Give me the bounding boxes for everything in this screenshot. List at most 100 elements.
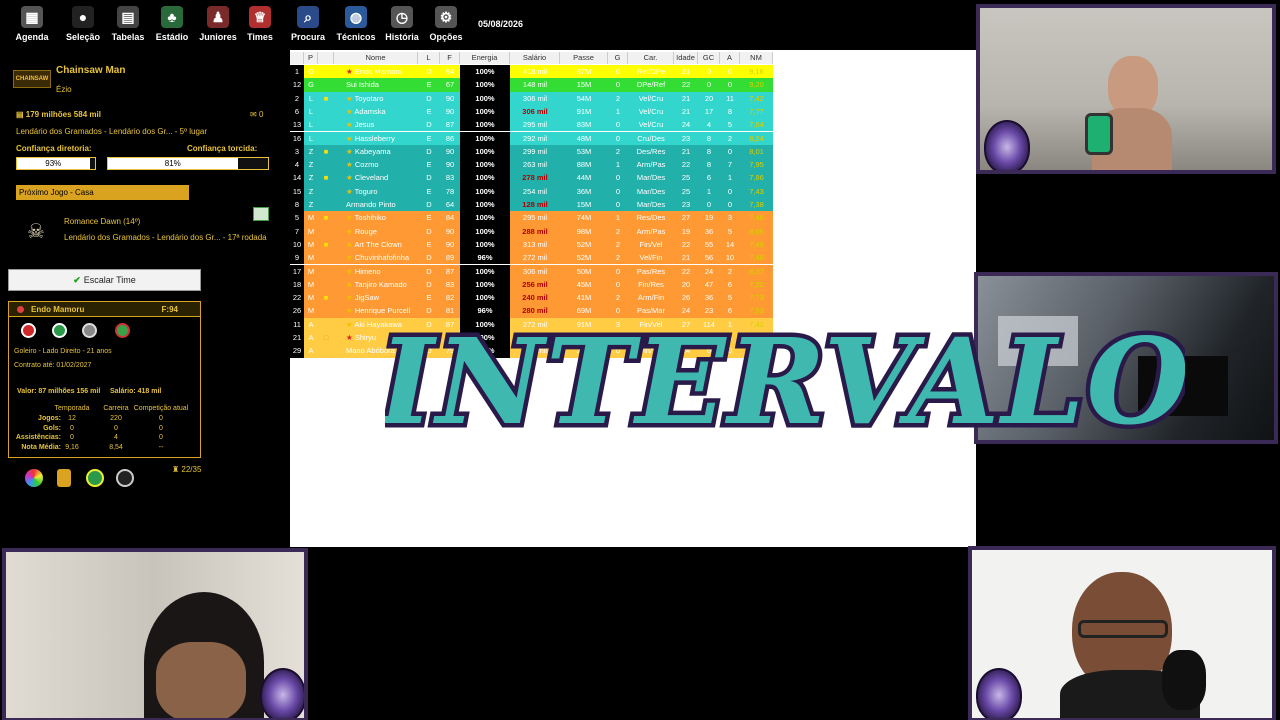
toolbar-estadio-button[interactable]: ♣ Estádio (147, 6, 197, 42)
player-name[interactable]: Armando Pinto (346, 200, 396, 209)
table-header-passe[interactable]: Passe (560, 52, 608, 64)
table-header-num[interactable] (290, 52, 304, 64)
card-marker (318, 304, 334, 317)
player-name[interactable]: Shiryu (355, 333, 376, 342)
table-header-f[interactable]: F (440, 52, 460, 64)
player-action-icon-2[interactable] (52, 323, 67, 338)
table-header-mark[interactable] (318, 52, 334, 64)
toolbar-selecao-button[interactable]: ● Seleção (58, 6, 108, 42)
player-name[interactable]: Toyotaro (355, 94, 384, 103)
player-name[interactable]: Jesus (355, 120, 375, 129)
table-header-nm[interactable]: NM (740, 52, 773, 64)
opponent-name[interactable]: Romance Dawn (14º) (64, 217, 140, 226)
gold-star-icon: ★ (346, 146, 355, 156)
table-row[interactable]: 3 Z ■ ★ Kabeyama D 90 100% 299 mil 53M 2 Des/Res 21… (290, 144, 773, 159)
table-row[interactable]: 6 L ★ Adamska E 90 100% 306 mil 91M 1 Vel/Cru 21 17… (290, 104, 773, 119)
player-name[interactable]: Kabeyama (355, 147, 391, 156)
cell-passe: 83M (576, 120, 592, 130)
table-header-en[interactable]: Energia (460, 52, 510, 64)
player-name[interactable]: Cozmo (355, 160, 379, 169)
table-header-name[interactable]: Nome (334, 52, 418, 64)
table-header-a[interactable]: A (720, 52, 740, 64)
player-name[interactable]: Adamska (354, 107, 385, 116)
cell-passe: 98M (576, 226, 592, 236)
table-row[interactable]: 8 Z Armando Pinto D 64 100% 128 mil 15M 0 Mar/Des… (290, 198, 773, 212)
cell-l: D (426, 67, 432, 76)
player-name-cell: ★ Endo Mamoru (334, 65, 418, 78)
cell-nm: 8,06 (749, 226, 764, 236)
player-name[interactable]: JigSaw (355, 293, 379, 302)
toolbar-tecnicos-button[interactable]: ◍ Técnicos (331, 6, 381, 42)
cell-sal: 288 mil (522, 226, 548, 236)
cell-car: Fin/Vel (639, 239, 663, 249)
table-row[interactable]: 2 L ■ ★ Toyotaro D 90 100% 306 mil 54M 2 Vel/Cru 21… (290, 91, 773, 105)
calendar-icon[interactable] (253, 207, 269, 221)
cell-g: 0 (615, 186, 621, 196)
cell-a: 2 (727, 266, 733, 276)
table-row[interactable]: 5 M ■ ★ Toshihiko E 84 100% 295 mil 74M 1 Res/Des 2… (290, 211, 773, 225)
escalar-time-button[interactable]: ✔ Escalar Time (8, 269, 201, 291)
toolbar-procura-button[interactable]: ⌕ Procura (283, 6, 333, 42)
club-name[interactable]: Chainsaw Man (56, 65, 125, 76)
crystal-orb-icon (984, 120, 1030, 170)
color-wheel-icon[interactable] (25, 469, 43, 487)
player-name[interactable]: Chuvinhafofinha (355, 253, 409, 262)
player-name[interactable]: Cleveland (355, 173, 388, 182)
toolbar-opcoes-button[interactable]: ⚙ Opções (421, 6, 471, 42)
cell-nm: 7,73 (749, 293, 764, 303)
card-marker (318, 344, 334, 357)
table-row[interactable]: 12 G Sui Ishida E 67 100% 148 mil 15M 0 DPe/Ref 22… (290, 78, 773, 92)
table-row[interactable]: 1 G ★ Endo Mamoru D 94 100% 418 mil 87M 0 Ref/DPe… (290, 65, 773, 79)
table-header-car[interactable]: Car. (628, 52, 674, 64)
toolbar-tabelas-button[interactable]: ▤ Tabelas (103, 6, 153, 42)
player-name[interactable]: Hassleberry (355, 134, 395, 143)
cell-g: 0 (615, 80, 621, 90)
stat-value: 12 (68, 415, 76, 422)
table-header-l[interactable]: L (418, 52, 440, 64)
cell-l: D (426, 120, 432, 130)
table-row[interactable]: 14 Z ■ ★ Cleveland D 83 100% 278 mil 44M 0 Mar/Des… (290, 171, 773, 185)
messages-button[interactable]: ✉ 0 (250, 110, 263, 119)
table-header-sal[interactable]: Salário (510, 52, 560, 64)
player-name[interactable]: Toguro (355, 187, 378, 196)
table-row[interactable]: 18 M ★ Tanjiro Kamado D 83 100% 256 mil 45M 0 Fin… (290, 277, 773, 292)
table-row[interactable]: 10 M ■ ★ Art The Clown E 90 100% 313 mil 52M 2 Fin… (290, 237, 773, 252)
toolbar-historia-button[interactable]: ◷ História (377, 6, 427, 42)
table-header-p[interactable]: P (304, 52, 318, 64)
cell-car: Pas/Res (636, 266, 666, 276)
player-action-icon-3[interactable] (82, 323, 97, 338)
table-row[interactable]: 4 Z ★ Cozmo E 90 100% 263 mil 88M 1 Arm/Pas 22 8 7 7,… (290, 158, 773, 172)
message-icon: ✉ (250, 110, 259, 119)
table-row[interactable]: 17 M ★ Himeno D 87 100% 306 mil 50M 0 Pas/Res 22 24… (290, 264, 773, 278)
player-name[interactable]: Endo Mamoru (355, 67, 402, 76)
toolbar-agenda-button[interactable]: ▦ Agenda (7, 6, 57, 42)
table-row[interactable]: 9 M ★ Chuvinhafofinha D 89 96% 272 mil 52M 2 Vel/… (290, 251, 773, 265)
toolbar-times-button[interactable]: ♕ Times (235, 6, 285, 42)
cell-p: Z (308, 186, 314, 196)
settings-icon[interactable] (116, 469, 134, 487)
ball-icon[interactable] (86, 469, 104, 487)
cell-f: 90 (445, 160, 455, 170)
flag-icon: ● (72, 6, 94, 28)
cell-passe: 50M (576, 266, 592, 276)
player-name[interactable]: Himeno (355, 267, 381, 276)
trophy-icon[interactable] (57, 469, 71, 487)
player-name[interactable]: Sui Ishida (346, 80, 379, 89)
table-row[interactable]: 22 M ■ ★ JigSaw E 82 100% 240 mil 41M 2 Arm/Fin 26 3… (290, 291, 773, 305)
card-marker: □ (318, 331, 334, 344)
table-header-idade[interactable]: Idade (674, 52, 698, 64)
table-row[interactable]: 15 Z ★ Toguro E 78 100% 254 mil 36M 0 Mar/Des 25 1 0… (290, 184, 773, 198)
player-name[interactable]: Tanjiro Kamado (355, 280, 407, 289)
player-name[interactable]: Rouge (355, 227, 377, 236)
table-header-gc[interactable]: GC (698, 52, 720, 64)
player-name[interactable]: Toshihiko (355, 213, 386, 222)
cell-idade: 25 (681, 173, 691, 183)
table-row[interactable]: 13 L ★ Jesus D 87 100% 295 mil 83M 0 Vel/Cru 24 4 5 7… (290, 118, 773, 132)
player-action-icon-1[interactable] (21, 323, 36, 338)
table-row[interactable]: 7 M ★ Rouge D 90 100% 288 mil 98M 2 Arm/Pas 19 36 5 8… (290, 224, 773, 238)
player-name[interactable]: Art The Clown (354, 240, 401, 249)
player-action-icon-4[interactable] (115, 323, 130, 338)
table-header-g[interactable]: G (608, 52, 628, 64)
player-card-name[interactable]: Endo Mamoru (31, 305, 84, 314)
table-row[interactable]: 16 L ★ Hassleberry E 86 100% 292 mil 48M 0 Cru/De… (290, 131, 773, 145)
